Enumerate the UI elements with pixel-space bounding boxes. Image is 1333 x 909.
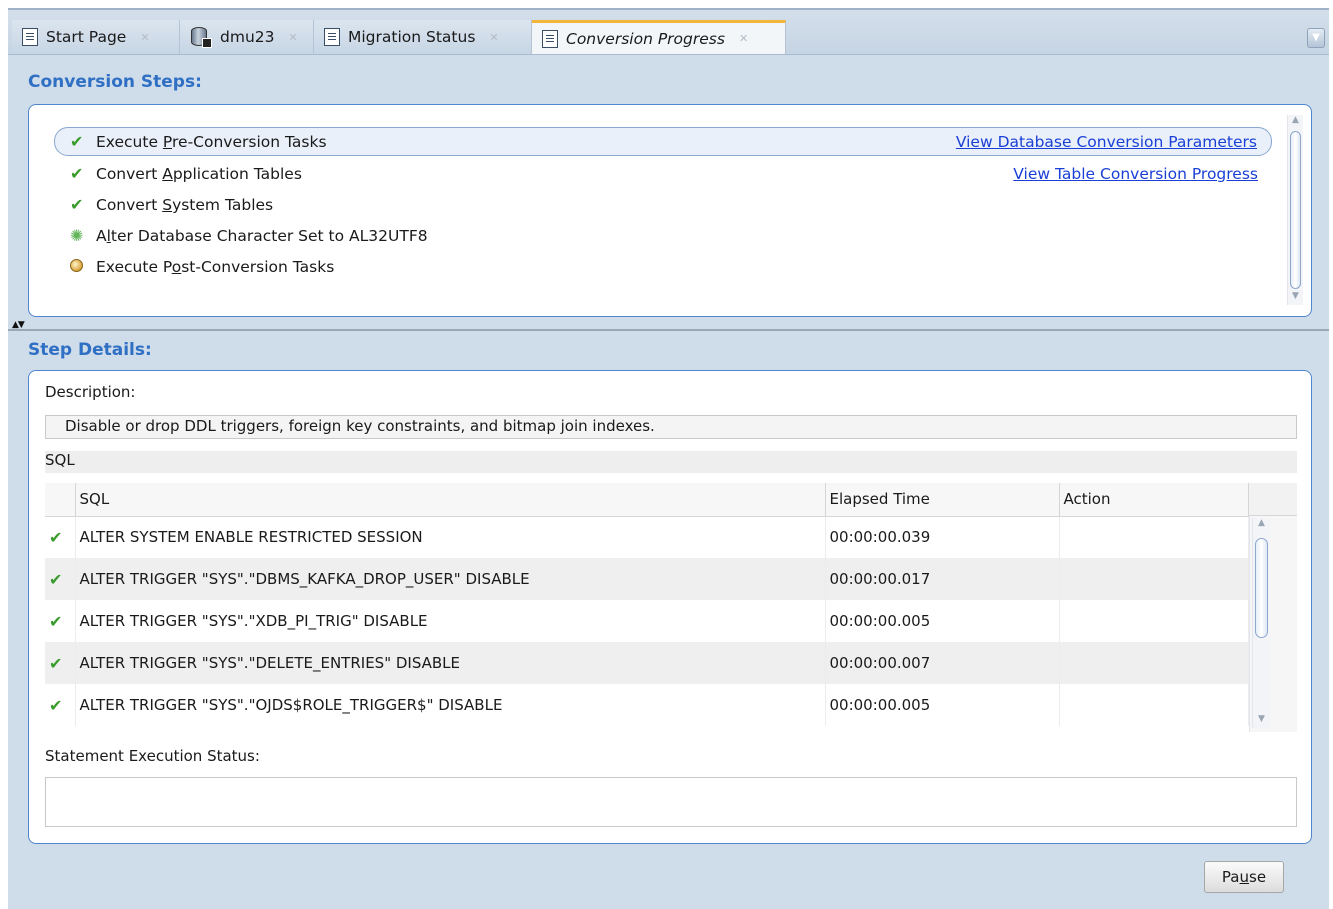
step-label: Alter Database Character Set to AL32UTF8 [96, 226, 428, 245]
splitter[interactable] [8, 329, 1329, 331]
step-label: Convert System Tables [96, 195, 274, 214]
checkmark-icon: ✔ [70, 164, 84, 183]
conversion-steps-list: ✔ Execute Pre-Conversion Tasks View Data… [54, 127, 1272, 282]
elapsed-cell: 00:00:00.005 [825, 684, 1060, 726]
elapsed-cell: 00:00:00.039 [825, 516, 1060, 558]
document-icon [324, 28, 340, 46]
view-table-conversion-progress-link[interactable]: View Table Conversion Progress [1013, 165, 1258, 183]
action-column-header[interactable]: Action [1059, 483, 1249, 517]
step-details-panel: Description: Disable or drop DDL trigger… [28, 370, 1312, 844]
sql-cell: ALTER TRIGGER "SYS"."DELETE_ENTRIES" DIS… [75, 642, 826, 684]
tab-start-page[interactable]: Start Page ✕ [12, 20, 180, 54]
document-icon [22, 28, 38, 46]
steps-scrollbar[interactable]: ▲ ▼ [1287, 115, 1303, 305]
conversion-steps-title: Conversion Steps: [28, 72, 202, 92]
close-icon[interactable]: ✕ [489, 31, 498, 44]
step-pre-conversion[interactable]: ✔ Execute Pre-Conversion Tasks View Data… [54, 127, 1272, 156]
pending-clock-icon [70, 257, 90, 276]
action-cell [1059, 684, 1249, 726]
tab-label: dmu23 [220, 28, 275, 46]
table-corner [1249, 483, 1297, 516]
execution-status-box [45, 777, 1297, 827]
tab-migration-status[interactable]: Migration Status ✕ [314, 20, 532, 54]
checkmark-icon: ✔ [45, 684, 76, 726]
tab-label: Conversion Progress [566, 29, 725, 48]
sql-table: SQL Elapsed Time Action ✔ ALTER SYSTEM E… [45, 483, 1249, 726]
table-row[interactable]: ✔ ALTER TRIGGER "SYS"."DBMS_KAFKA_DROP_U… [45, 558, 1249, 600]
sql-cell: ALTER TRIGGER "SYS"."OJDS$ROLE_TRIGGER$"… [75, 684, 826, 726]
document-icon [542, 29, 558, 48]
checkmark-icon: ✔ [45, 516, 76, 558]
checkmark-icon: ✔ [70, 132, 84, 151]
sql-table-scrollbar[interactable]: ▲ ▼ [1252, 518, 1270, 728]
checkmark-icon: ✔ [70, 195, 84, 214]
action-cell [1059, 642, 1249, 684]
elapsed-cell: 00:00:00.005 [825, 600, 1060, 642]
table-row[interactable]: ✔ ALTER TRIGGER "SYS"."XDB_PI_TRIG" DISA… [45, 600, 1249, 642]
tab-label: Migration Status [348, 28, 476, 46]
scroll-down-icon[interactable]: ▼ [1253, 714, 1270, 728]
checkmark-icon: ✔ [45, 600, 76, 642]
table-row[interactable]: ✔ ALTER TRIGGER "SYS"."OJDS$ROLE_TRIGGER… [45, 684, 1249, 726]
close-icon[interactable]: ✕ [140, 31, 149, 44]
tab-label: Start Page [46, 28, 127, 46]
description-text: Disable or drop DDL triggers, foreign ke… [45, 415, 1297, 439]
step-label: Execute Pre-Conversion Tasks [96, 132, 327, 151]
elapsed-time-column-header[interactable]: Elapsed Time [825, 483, 1060, 517]
table-row[interactable]: ✔ ALTER TRIGGER "SYS"."DELETE_ENTRIES" D… [45, 642, 1249, 684]
tab-bar: Start Page ✕ dmu23 ✕ Migration Status ✕ … [8, 10, 1329, 54]
status-column-header [45, 483, 76, 517]
step-label: Convert Application Tables [96, 164, 302, 183]
action-cell [1059, 558, 1249, 600]
sql-table-scrollbar-area: ▲ ▼ [1249, 516, 1297, 732]
conversion-steps-panel: ✔ Execute Pre-Conversion Tasks View Data… [28, 104, 1312, 317]
close-icon[interactable]: ✕ [289, 31, 298, 44]
action-cell [1059, 600, 1249, 642]
pause-button[interactable]: Pause [1204, 861, 1284, 893]
step-convert-application-tables[interactable]: ✔ Convert Application Tables View Table … [54, 158, 1272, 189]
tab-dmu23[interactable]: dmu23 ✕ [180, 20, 314, 54]
step-details-title: Step Details: [28, 340, 152, 360]
scroll-up-icon[interactable]: ▲ [1288, 115, 1303, 129]
scrollbar-thumb[interactable] [1255, 538, 1268, 638]
tab-list-dropdown-icon[interactable]: ▼ [1307, 28, 1325, 48]
elapsed-cell: 00:00:00.007 [825, 642, 1060, 684]
scroll-up-icon[interactable]: ▲ [1253, 518, 1270, 532]
sql-section-header: SQL [45, 451, 1297, 473]
execution-status-label: Statement Execution Status: [45, 747, 260, 765]
scroll-down-icon[interactable]: ▼ [1288, 291, 1303, 305]
conversion-window: Start Page ✕ dmu23 ✕ Migration Status ✕ … [8, 8, 1329, 909]
tab-conversion-progress[interactable]: Conversion Progress ✕ [532, 20, 786, 54]
scrollbar-thumb[interactable] [1290, 131, 1301, 289]
checkmark-icon: ✔ [45, 558, 76, 600]
sql-column-header[interactable]: SQL [75, 483, 826, 517]
checkmark-icon: ✔ [45, 642, 76, 684]
step-post-conversion[interactable]: Execute Post-Conversion Tasks [54, 251, 1272, 282]
close-icon[interactable]: ✕ [739, 32, 748, 45]
step-convert-system-tables[interactable]: ✔ Convert System Tables [54, 189, 1272, 220]
table-row[interactable]: ✔ ALTER SYSTEM ENABLE RESTRICTED SESSION… [45, 516, 1249, 558]
elapsed-cell: 00:00:00.017 [825, 558, 1060, 600]
spinner-icon: ✺ [70, 226, 84, 245]
step-alter-character-set[interactable]: ✺ Alter Database Character Set to AL32UT… [54, 220, 1272, 251]
sql-cell: ALTER SYSTEM ENABLE RESTRICTED SESSION [75, 516, 826, 558]
action-cell [1059, 516, 1249, 558]
step-label: Execute Post-Conversion Tasks [96, 257, 335, 276]
sql-cell: ALTER TRIGGER "SYS"."DBMS_KAFKA_DROP_USE… [75, 558, 826, 600]
description-label: Description: [45, 383, 136, 401]
view-db-conversion-params-link[interactable]: View Database Conversion Parameters [956, 133, 1257, 151]
database-icon [190, 26, 212, 48]
divider [8, 54, 1329, 55]
sql-cell: ALTER TRIGGER "SYS"."XDB_PI_TRIG" DISABL… [75, 600, 826, 642]
